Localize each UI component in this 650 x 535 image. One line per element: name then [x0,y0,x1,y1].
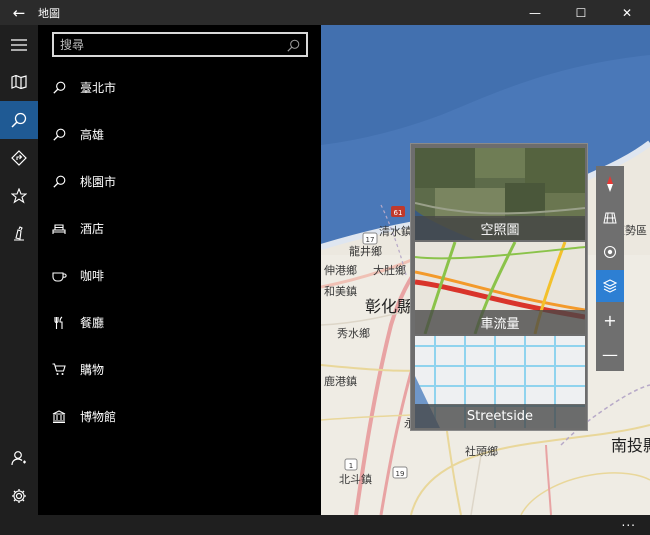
map-icon [11,75,27,89]
layers-stack-icon [603,279,617,293]
search-nav-button[interactable] [0,101,38,139]
result-label: 餐廳 [80,316,105,330]
account-icon [11,451,26,466]
map-label: 清水鎮 [379,225,412,238]
maximize-button[interactable]: ☐ [558,0,604,25]
map-label: 鹿港鎮 [324,375,357,388]
svg-text:19: 19 [396,470,405,478]
result-label: 酒店 [80,222,105,236]
hamburger-menu-button[interactable] [0,26,38,64]
hamburger-menu-icon [11,39,27,51]
compass-button[interactable] [596,168,624,200]
map-layers-popup: 空照圖 車流量 Streetside [410,143,588,431]
ink-button[interactable] [0,215,38,253]
restaurant-utensils-icon [54,316,63,329]
shopping-cart-icon [52,363,66,375]
map-label: 伸港鄉 [324,264,357,277]
search-panel: 臺北市 高雄 桃園市 酒店 咖啡 餐廳 購物 博物館 [38,25,321,515]
minimize-button[interactable]: — [512,0,558,25]
road-shield: 61 [391,206,405,217]
account-button[interactable] [0,439,38,477]
result-label: 高雄 [80,128,105,142]
category-restaurant[interactable]: 餐廳 [38,299,321,346]
road-shield: 19 [392,466,408,479]
map-label: 龍井鄉 [349,245,382,258]
map-controls: + — [596,166,624,371]
svg-text:61: 61 [394,209,403,217]
search-input[interactable] [60,35,280,54]
settings-button[interactable] [0,477,38,515]
search-icon [11,112,27,128]
zoom-out-button[interactable]: — [596,338,624,370]
result-label: 咖啡 [80,269,105,283]
category-hotel[interactable]: 酒店 [38,205,321,252]
title-bar: ← 地圖 — ☐ ✕ [0,0,650,25]
road-shield: 1 [344,458,358,471]
map-label-county: 南投縣 [611,436,650,455]
map-layers-button[interactable] [596,270,624,302]
directions-button[interactable] [0,139,38,177]
close-button[interactable]: ✕ [604,0,650,25]
search-icon [52,81,65,94]
layer-label: Streetside [415,404,585,428]
favorites-star-icon [11,188,27,204]
map-button[interactable] [0,63,38,101]
tilt-button[interactable] [596,202,624,234]
tilt-grid-icon [603,212,617,224]
search-submit-button[interactable] [287,37,300,56]
result-label: 桃園市 [80,175,117,189]
aerial-layer-tile[interactable]: 空照圖 [415,148,585,240]
more-options-button[interactable]: ... [622,515,636,529]
layer-label: 車流量 [415,310,585,334]
layer-label: 空照圖 [415,216,585,240]
favorites-button[interactable] [0,177,38,215]
streetside-layer-tile[interactable]: Streetside [415,336,585,428]
map-label: 和美鎮 [324,285,357,298]
traffic-layer-tile[interactable]: 車流量 [415,242,585,334]
map-label: 社頭鄉 [465,445,498,458]
category-coffee[interactable]: 咖啡 [38,252,321,299]
navigation-rail [0,25,38,515]
back-button[interactable]: ← [0,0,38,25]
directions-icon [11,150,27,166]
search-icon [52,128,65,141]
result-label: 購物 [80,363,105,377]
search-icon [287,39,300,52]
map-label: 大肚鄉 [373,264,406,277]
search-box[interactable] [52,32,308,57]
app-bar: ... [0,515,650,535]
result-label: 博物館 [80,410,117,424]
category-museum[interactable]: 博物館 [38,393,321,440]
location-target-icon [603,245,617,259]
result-label: 臺北市 [80,81,117,95]
hotel-bed-icon [52,223,66,234]
category-shopping[interactable]: 購物 [38,346,321,393]
window-title: 地圖 [38,6,60,20]
settings-gear-icon [12,489,26,503]
ink-pen-icon [14,226,24,241]
museum-icon [52,410,66,423]
svg-text:1: 1 [349,462,353,470]
search-result-item[interactable]: 桃園市 [38,158,321,205]
locate-me-button[interactable] [596,236,624,268]
search-result-item[interactable]: 臺北市 [38,64,321,111]
compass-icon [607,176,613,192]
search-result-item[interactable]: 高雄 [38,111,321,158]
map-label: 北斗鎮 [339,473,372,486]
search-icon [52,175,65,188]
coffee-cup-icon [51,271,67,282]
map-label: 秀水鄉 [337,327,370,340]
map-label-county: 彰化縣 [365,297,414,316]
zoom-in-button[interactable]: + [596,304,624,336]
